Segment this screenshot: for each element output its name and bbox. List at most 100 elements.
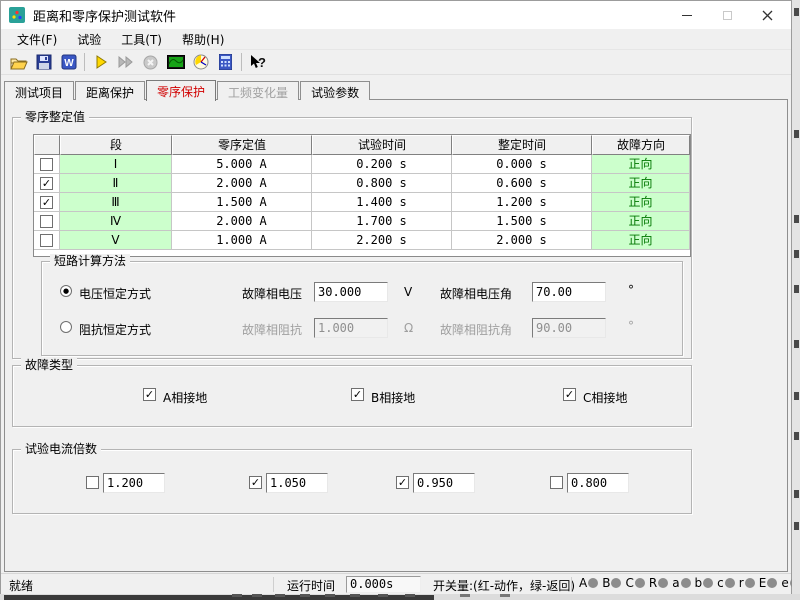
voltage-unit: V: [404, 285, 412, 299]
open-folder-icon: [10, 55, 28, 70]
table-row: Ⅳ 2.000 A 1.700 s 1.500 s 正向: [34, 212, 690, 231]
indicator-lamp: [745, 578, 755, 588]
fault-phase-impedance-label: 故障相阻抗: [242, 321, 302, 338]
header-segment: 段: [60, 135, 172, 155]
multiple-2-input[interactable]: [266, 473, 328, 493]
multiple-2-checkbox[interactable]: ✓: [249, 476, 262, 489]
test-current-multiple-group: 试验电流倍数 ✓ ✓: [12, 449, 692, 514]
maximize-button[interactable]: [707, 1, 747, 29]
indicator-label: E: [759, 576, 767, 590]
setting-value-cell[interactable]: 2.000 A: [172, 212, 312, 231]
multiple-1-checkbox[interactable]: [86, 476, 99, 489]
test-time-cell[interactable]: 0.200 s: [312, 155, 452, 174]
waveform-display-button[interactable]: [163, 51, 188, 74]
indicator-label: b: [695, 576, 703, 590]
test-time-cell[interactable]: 0.800 s: [312, 174, 452, 193]
tab-test-parameters[interactable]: 试验参数: [300, 81, 370, 100]
calculator-button[interactable]: [213, 51, 238, 74]
voltage-mode-radio[interactable]: ●: [60, 285, 72, 297]
tab-power-frequency-variation[interactable]: 工频变化量: [217, 81, 299, 100]
indicator-lamp: [588, 578, 598, 588]
multiple-1-input[interactable]: [103, 473, 165, 493]
header-test-time: 试验时间: [312, 135, 452, 155]
phase-a-ground-label[interactable]: A相接地: [163, 389, 207, 406]
row-select-checkbox[interactable]: [40, 158, 53, 171]
test-time-cell[interactable]: 2.200 s: [312, 231, 452, 250]
multiple-3-checkbox[interactable]: ✓: [396, 476, 409, 489]
fast-forward-icon: [118, 56, 134, 68]
segment-cell: Ⅰ: [60, 155, 172, 174]
start-test-button[interactable]: [88, 51, 113, 74]
fault-direction-cell[interactable]: 正向: [592, 193, 690, 212]
minimize-icon: [682, 15, 692, 16]
status-bar: 就绪 运行时间 0.000s 开关量:(红-动作，绿-返回) A B C R a…: [1, 573, 791, 594]
indicator-lamp: [725, 578, 735, 588]
set-time-cell[interactable]: 1.200 s: [452, 193, 592, 212]
open-file-button[interactable]: [6, 51, 31, 74]
voltage-mode-label[interactable]: 电压恒定方式: [79, 285, 151, 302]
set-time-cell[interactable]: 1.500 s: [452, 212, 592, 231]
fault-phase-impedance-input: [314, 318, 388, 338]
minimize-button[interactable]: [667, 1, 707, 29]
context-help-button[interactable]: ?: [245, 51, 270, 74]
indicator-label: e: [781, 576, 788, 590]
fault-direction-cell[interactable]: 正向: [592, 174, 690, 193]
statusbar-separator: [571, 577, 572, 592]
setting-value-cell[interactable]: 5.000 A: [172, 155, 312, 174]
fast-forward-button[interactable]: [113, 51, 138, 74]
close-icon: [762, 10, 773, 21]
stop-test-button[interactable]: [138, 51, 163, 74]
close-button[interactable]: [747, 1, 787, 29]
zero-sequence-tab-page: 零序整定值 段 零序定值 试验时间 整定时间 故障方向 Ⅰ 5.000 A 0.…: [4, 99, 788, 572]
segment-cell: Ⅱ: [60, 174, 172, 193]
multiple-4-checkbox[interactable]: [550, 476, 563, 489]
indicator-label: R: [649, 576, 657, 590]
set-time-cell[interactable]: 2.000 s: [452, 231, 592, 250]
phase-c-ground-label[interactable]: C相接地: [583, 389, 627, 406]
phase-c-ground-checkbox[interactable]: ✓: [563, 388, 576, 401]
save-file-button[interactable]: [31, 51, 56, 74]
fault-direction-cell[interactable]: 正向: [592, 212, 690, 231]
setting-value-cell[interactable]: 1.500 A: [172, 193, 312, 212]
test-time-cell[interactable]: 1.700 s: [312, 212, 452, 231]
export-report-button[interactable]: W: [56, 51, 81, 74]
set-time-cell[interactable]: 0.600 s: [452, 174, 592, 193]
settings-table: 段 零序定值 试验时间 整定时间 故障方向 Ⅰ 5.000 A 0.200 s …: [33, 134, 691, 257]
test-time-cell[interactable]: 1.400 s: [312, 193, 452, 212]
impedance-mode-label[interactable]: 阻抗恒定方式: [79, 321, 151, 338]
menu-test[interactable]: 试验: [67, 29, 111, 50]
tab-test-items[interactable]: 测试项目: [4, 81, 74, 100]
impedance-mode-radio[interactable]: [60, 321, 72, 333]
fault-direction-cell[interactable]: 正向: [592, 155, 690, 174]
save-icon: [36, 54, 52, 70]
statusbar-separator: [273, 577, 274, 592]
header-setting-value: 零序定值: [172, 135, 312, 155]
svg-text:W: W: [64, 58, 74, 69]
phase-b-ground-checkbox[interactable]: ✓: [351, 388, 364, 401]
menu-help[interactable]: 帮助(H): [172, 29, 234, 50]
phase-a-ground-checkbox[interactable]: ✓: [143, 388, 156, 401]
setting-value-cell[interactable]: 2.000 A: [172, 174, 312, 193]
vector-diagram-button[interactable]: [188, 51, 213, 74]
menu-tools[interactable]: 工具(T): [111, 29, 172, 50]
segment-cell: Ⅲ: [60, 193, 172, 212]
row-select-checkbox[interactable]: [40, 234, 53, 247]
set-time-cell[interactable]: 0.000 s: [452, 155, 592, 174]
tab-zero-sequence-protection[interactable]: 零序保护: [146, 80, 216, 101]
fault-phase-voltage-angle-input[interactable]: [532, 282, 606, 302]
multiple-3-input[interactable]: [413, 473, 475, 493]
menu-bar: 文件(F) 试验 工具(T) 帮助(H): [1, 29, 791, 49]
row-select-checkbox[interactable]: ✓: [40, 196, 53, 209]
setting-value-cell[interactable]: 1.000 A: [172, 231, 312, 250]
tab-distance-protection[interactable]: 距离保护: [75, 81, 145, 100]
phase-b-ground-label[interactable]: B相接地: [371, 389, 415, 406]
fault-phase-voltage-input[interactable]: [314, 282, 388, 302]
group-title: 试验电流倍数: [21, 442, 101, 456]
menu-file[interactable]: 文件(F): [7, 29, 67, 50]
ohm-unit: Ω: [404, 321, 413, 335]
fault-direction-cell[interactable]: 正向: [592, 231, 690, 250]
row-select-checkbox[interactable]: ✓: [40, 177, 53, 190]
row-select-checkbox[interactable]: [40, 215, 53, 228]
multiple-4-input[interactable]: [567, 473, 629, 493]
group-title: 零序整定值: [21, 110, 89, 124]
